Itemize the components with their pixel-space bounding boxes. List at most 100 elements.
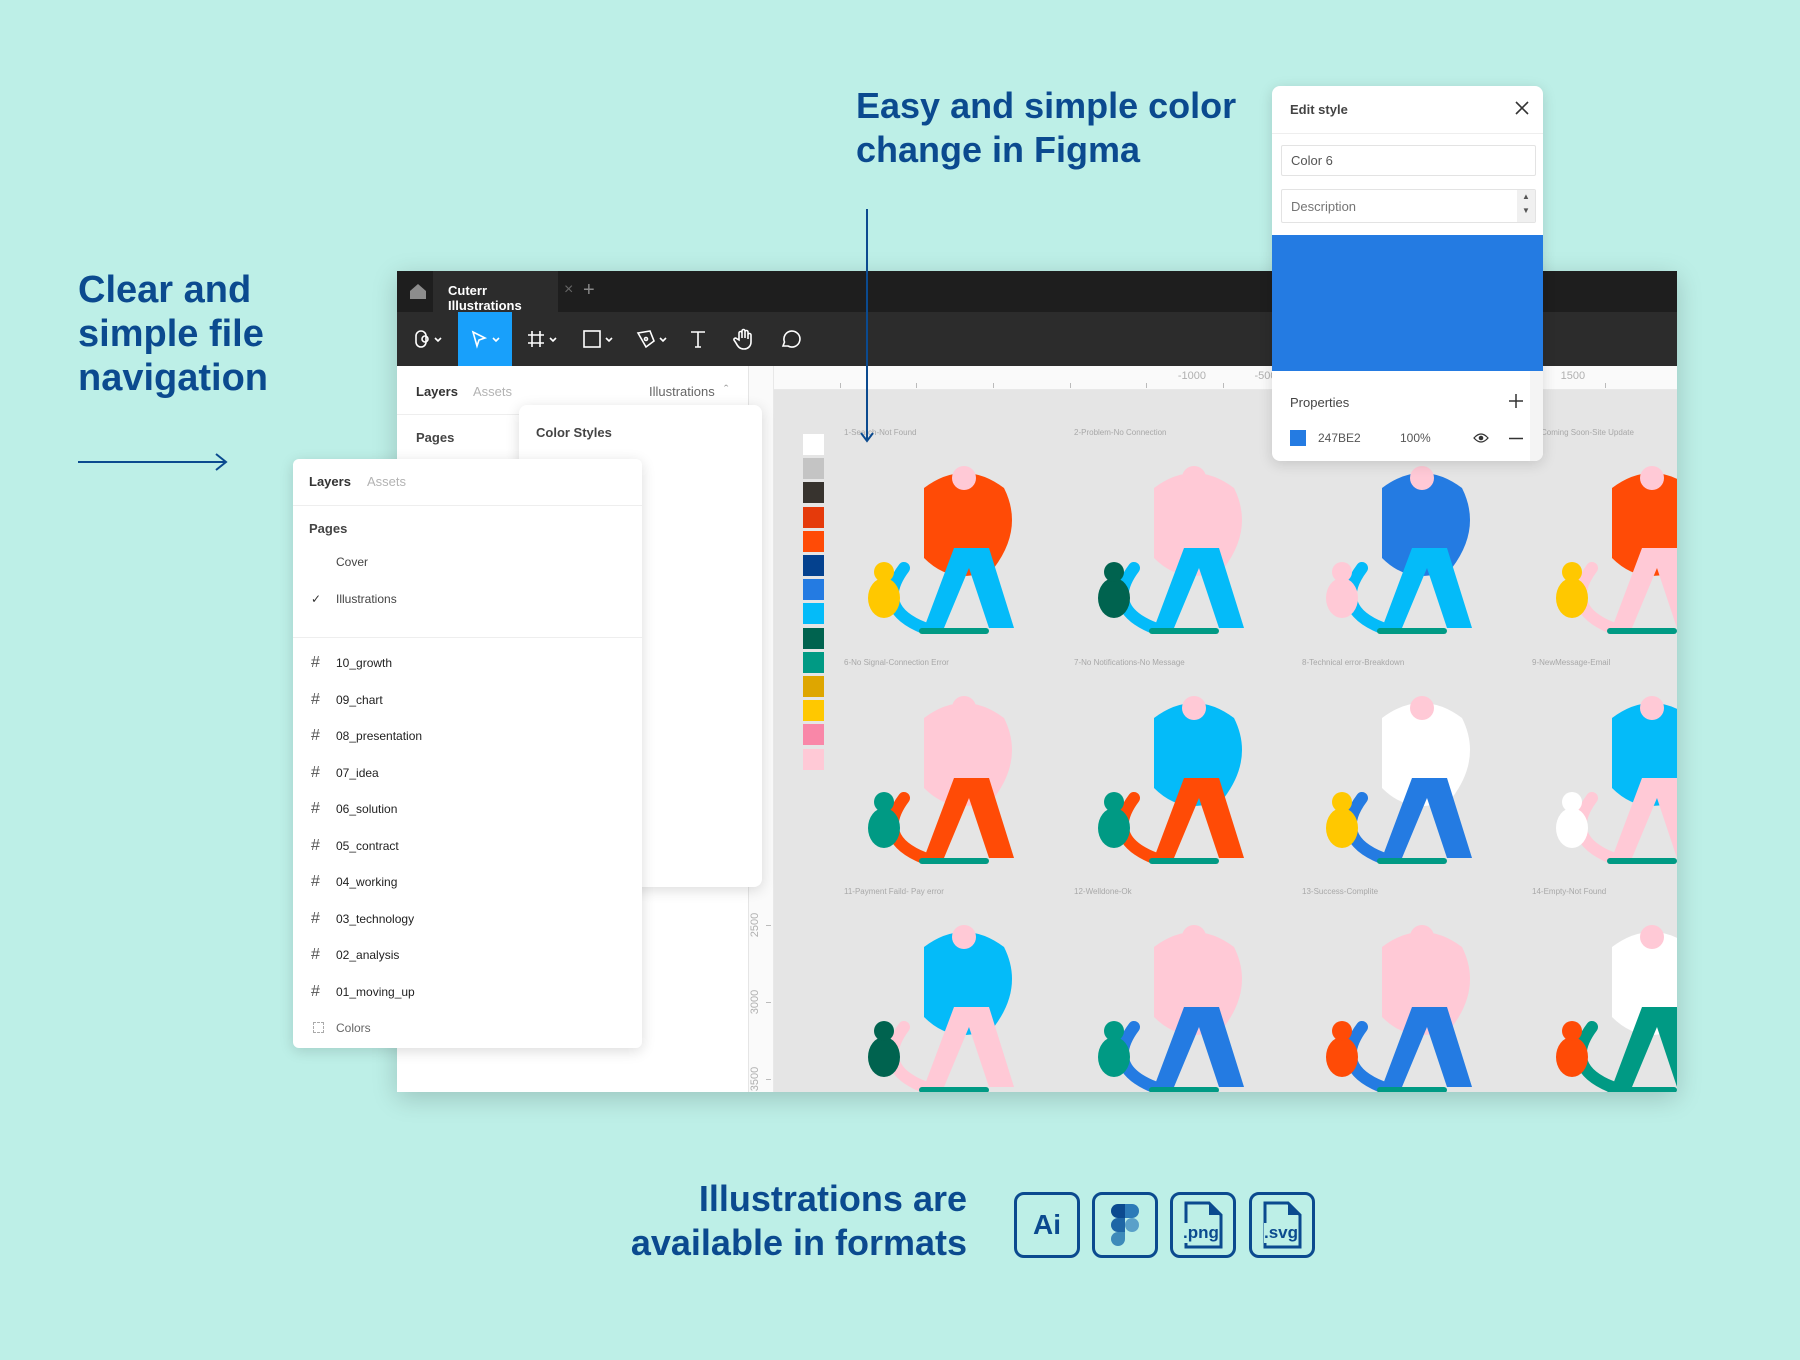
ruler-label: 2500 [749, 912, 762, 938]
frame-label[interactable]: 7-No Notifications-No Message [1074, 658, 1185, 667]
illustration[interactable] [1098, 466, 1244, 634]
frame-label[interactable]: 11-Payment Faild- Pay error [844, 887, 944, 896]
home-icon[interactable] [409, 283, 427, 300]
frame-icon: # [311, 800, 320, 817]
canvas-swatch[interactable] [803, 627, 824, 649]
canvas-swatch[interactable] [803, 651, 824, 673]
tab-cuterr-illustrations[interactable]: Cuterr Illustrations [433, 271, 558, 313]
hand-tool-button[interactable] [731, 312, 757, 366]
new-tab-icon[interactable]: + [583, 279, 595, 302]
chevron-up-icon[interactable]: ˆ [724, 382, 728, 397]
layer-item[interactable]: 06_solution [336, 802, 397, 816]
illustration[interactable] [1556, 466, 1677, 634]
illustration[interactable] [1326, 696, 1472, 864]
scrollbar[interactable] [1530, 371, 1543, 461]
tab-layers[interactable]: Layers [416, 384, 458, 399]
page-selector[interactable]: Illustrations [649, 384, 715, 399]
layer-item[interactable]: 10_growth [336, 656, 392, 670]
layer-item[interactable]: 01_moving_up [336, 985, 415, 999]
figma-logo-icon [415, 330, 442, 348]
canvas-swatch[interactable] [803, 603, 824, 625]
illustration[interactable] [1098, 696, 1244, 864]
page-item[interactable]: Cover [336, 555, 368, 569]
canvas-swatch[interactable] [803, 458, 824, 480]
frame-icon: # [311, 836, 320, 854]
figma-menu-button[interactable] [405, 312, 451, 366]
rectangle-tool-button[interactable] [575, 312, 625, 366]
frame-label[interactable]: Coming Soon-Site Update [1541, 428, 1634, 437]
ruler-tick [916, 383, 918, 388]
ruler-tick [1222, 383, 1224, 388]
color-preview[interactable] [1272, 235, 1543, 371]
canvas-swatch[interactable] [803, 506, 824, 528]
minus-icon[interactable] [1509, 437, 1523, 440]
canvas-swatch[interactable] [803, 482, 824, 504]
pages-label: Pages [309, 521, 348, 536]
canvas-swatch[interactable] [803, 676, 824, 697]
tab-assets[interactable]: Assets [473, 384, 512, 399]
frame-label[interactable]: 8-Technical error-Breakdown [1302, 658, 1404, 667]
comment-tool-button[interactable] [777, 312, 803, 366]
layer-item[interactable]: 05_contract [336, 839, 399, 853]
description-stepper[interactable]: ▲ ▼ [1517, 190, 1535, 222]
frame-icon: # [311, 982, 320, 1000]
move-tool-button[interactable] [458, 312, 512, 366]
layer-item[interactable]: 07_idea [336, 766, 379, 780]
frame-label[interactable]: 9-NewMessage-Email [1532, 658, 1610, 667]
layer-item[interactable]: 04_working [336, 875, 397, 889]
illustration[interactable] [1098, 925, 1244, 1092]
canvas-swatch[interactable] [803, 724, 824, 746]
tab-assets[interactable]: Assets [367, 474, 406, 489]
canvas-swatch[interactable] [803, 530, 824, 552]
text-tool-button[interactable] [685, 312, 711, 366]
canvas[interactable]: 1-Search-Not Found 2-Problem-No Connectio… [774, 390, 1677, 1092]
illustration[interactable] [868, 925, 1014, 1092]
pen-tool-button[interactable] [629, 312, 679, 366]
illustration[interactable] [1326, 466, 1472, 634]
frame-tool-button[interactable] [519, 312, 569, 366]
tab-layers[interactable]: Layers [309, 474, 351, 489]
ruler-tick [1069, 383, 1071, 388]
illustration[interactable] [1326, 925, 1472, 1092]
illustration[interactable] [868, 696, 1014, 864]
hand-icon [733, 328, 752, 350]
edit-style-panel: Edit style ▲▼ Properties 247BE2 100% [1272, 86, 1543, 461]
color-swatch[interactable] [1290, 430, 1306, 446]
ruler-tick [839, 383, 841, 388]
layer-item[interactable]: 09_chart [336, 693, 383, 707]
frame-label[interactable]: 13-Success-Complite [1302, 887, 1378, 896]
ai-format-icon: Ai [1014, 1192, 1080, 1258]
frame-label[interactable]: 14-Empty-Not Found [1532, 887, 1606, 896]
style-name-input[interactable] [1281, 145, 1536, 176]
layer-item-colors[interactable]: Colors [336, 1021, 371, 1035]
opacity-value[interactable]: 100% [1400, 431, 1431, 445]
close-icon[interactable] [1515, 101, 1529, 115]
illustration[interactable] [1556, 925, 1677, 1092]
canvas-swatch[interactable] [803, 748, 824, 770]
figma-format-icon [1092, 1192, 1158, 1258]
canvas-swatch[interactable] [803, 555, 824, 576]
layer-item[interactable]: 02_analysis [336, 948, 399, 962]
plus-icon[interactable] [1509, 394, 1523, 408]
frame-label[interactable]: 6-No Signal-Connection Error [844, 658, 949, 667]
page-item[interactable]: Illustrations [336, 592, 397, 606]
layer-item[interactable]: 08_presentation [336, 729, 422, 743]
frame-label[interactable]: 1-Search-Not Found [844, 428, 916, 437]
cursor-icon [471, 330, 500, 349]
hex-value[interactable]: 247BE2 [1318, 431, 1361, 445]
illustration[interactable] [1556, 696, 1677, 864]
canvas-swatch[interactable] [803, 579, 824, 601]
canvas-swatch[interactable] [803, 700, 824, 722]
frame-label[interactable]: 12-Welldone-Ok [1074, 887, 1132, 896]
canvas-swatch[interactable] [803, 434, 824, 455]
layer-item[interactable]: 03_technology [336, 912, 414, 926]
description-input[interactable] [1281, 189, 1536, 223]
frame-icon: # [311, 654, 320, 671]
illustration[interactable] [868, 466, 1014, 634]
check-icon: ✓ [311, 592, 322, 606]
close-tab-icon[interactable]: × [564, 281, 573, 299]
navigation-heading: Clear and simple file navigation [78, 269, 269, 399]
frame-label[interactable]: 2-Problem-No Connection [1074, 428, 1167, 437]
color-styles-title: Color Styles [536, 425, 612, 440]
eye-icon[interactable] [1473, 432, 1489, 444]
